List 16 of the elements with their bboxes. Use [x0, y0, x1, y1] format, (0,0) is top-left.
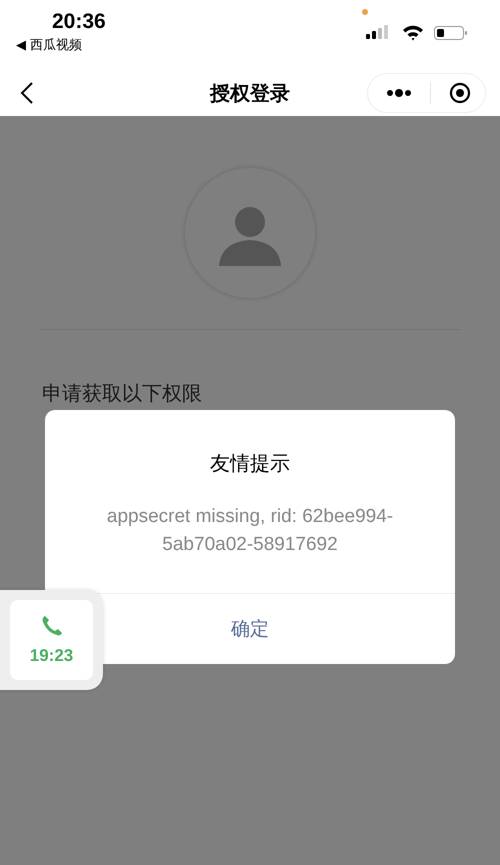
dialog-message: appsecret missing, rid: 62bee994-5ab70a02-58917692: [106, 505, 394, 557]
permission-heading: 申请获取以下权限: [42, 380, 202, 407]
close-mini-program-icon[interactable]: [449, 82, 471, 104]
phone-icon: [40, 614, 64, 638]
confirm-button[interactable]: 确定: [105, 594, 455, 664]
back-to-app-link[interactable]: ◀ 西瓜视频: [16, 36, 106, 54]
wifi-icon: [402, 25, 424, 41]
page-title: 授权登录: [208, 80, 291, 106]
privacy-indicator-icon: [362, 9, 368, 15]
more-icon[interactable]: [386, 88, 412, 98]
status-time: 20:36: [52, 10, 106, 34]
call-duration: 19:23: [30, 646, 74, 666]
back-icon[interactable]: [20, 81, 34, 105]
dialog-title: 友情提示: [210, 450, 290, 477]
battery-icon: [434, 25, 468, 41]
call-float-window[interactable]: 19:23: [0, 590, 103, 690]
